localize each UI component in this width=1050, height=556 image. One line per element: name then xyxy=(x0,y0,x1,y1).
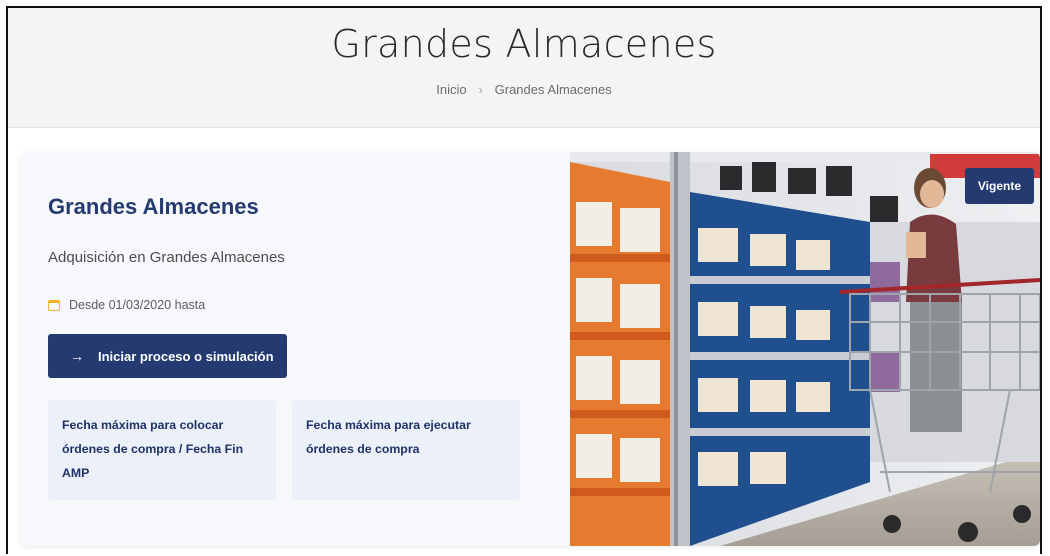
breadcrumb-home-link[interactable]: Inicio xyxy=(436,82,466,97)
calendar-icon xyxy=(48,299,60,311)
page-header: Grandes Almacenes Inicio › Grandes Almacen… xyxy=(8,8,1040,128)
breadcrumb-current: Grandes Almacenes xyxy=(494,82,612,97)
page-frame: Grandes Almacenes Inicio › Grandes Almacen… xyxy=(6,6,1042,554)
date-range-text: Desde 01/03/2020 hasta xyxy=(69,298,206,312)
arrow-right-icon: → xyxy=(70,348,84,364)
date-range: Desde 01/03/2020 hasta xyxy=(48,298,205,312)
info-box-execute-order-deadline: Fecha máxima para ejecutar órdenes de co… xyxy=(292,400,520,500)
page-title: Grandes Almacenes xyxy=(331,22,717,66)
info-box-label: Fecha máxima para colocar órdenes de com… xyxy=(62,418,244,480)
card-subtitle: Adquisición en Grandes Almacenes xyxy=(48,249,285,266)
info-box-purchase-order-deadline: Fecha máxima para colocar órdenes de com… xyxy=(48,400,276,500)
status-badge: Vigente xyxy=(964,168,1034,204)
store-photo: Vigente xyxy=(570,152,1040,546)
info-box-label: Fecha máxima para ejecutar órdenes de co… xyxy=(306,418,471,456)
store-shelves-image xyxy=(570,152,1040,546)
chevron-right-icon: › xyxy=(478,83,483,97)
card-title[interactable]: Grandes Almacenes xyxy=(48,194,259,220)
start-process-label: Iniciar proceso o simulación xyxy=(98,348,274,364)
breadcrumb: Inicio › Grandes Almacenes xyxy=(8,82,1040,97)
start-process-button[interactable]: → Iniciar proceso o simulación xyxy=(48,334,287,378)
store-card: Grandes Almacenes Adquisición en Grandes… xyxy=(20,152,1040,546)
